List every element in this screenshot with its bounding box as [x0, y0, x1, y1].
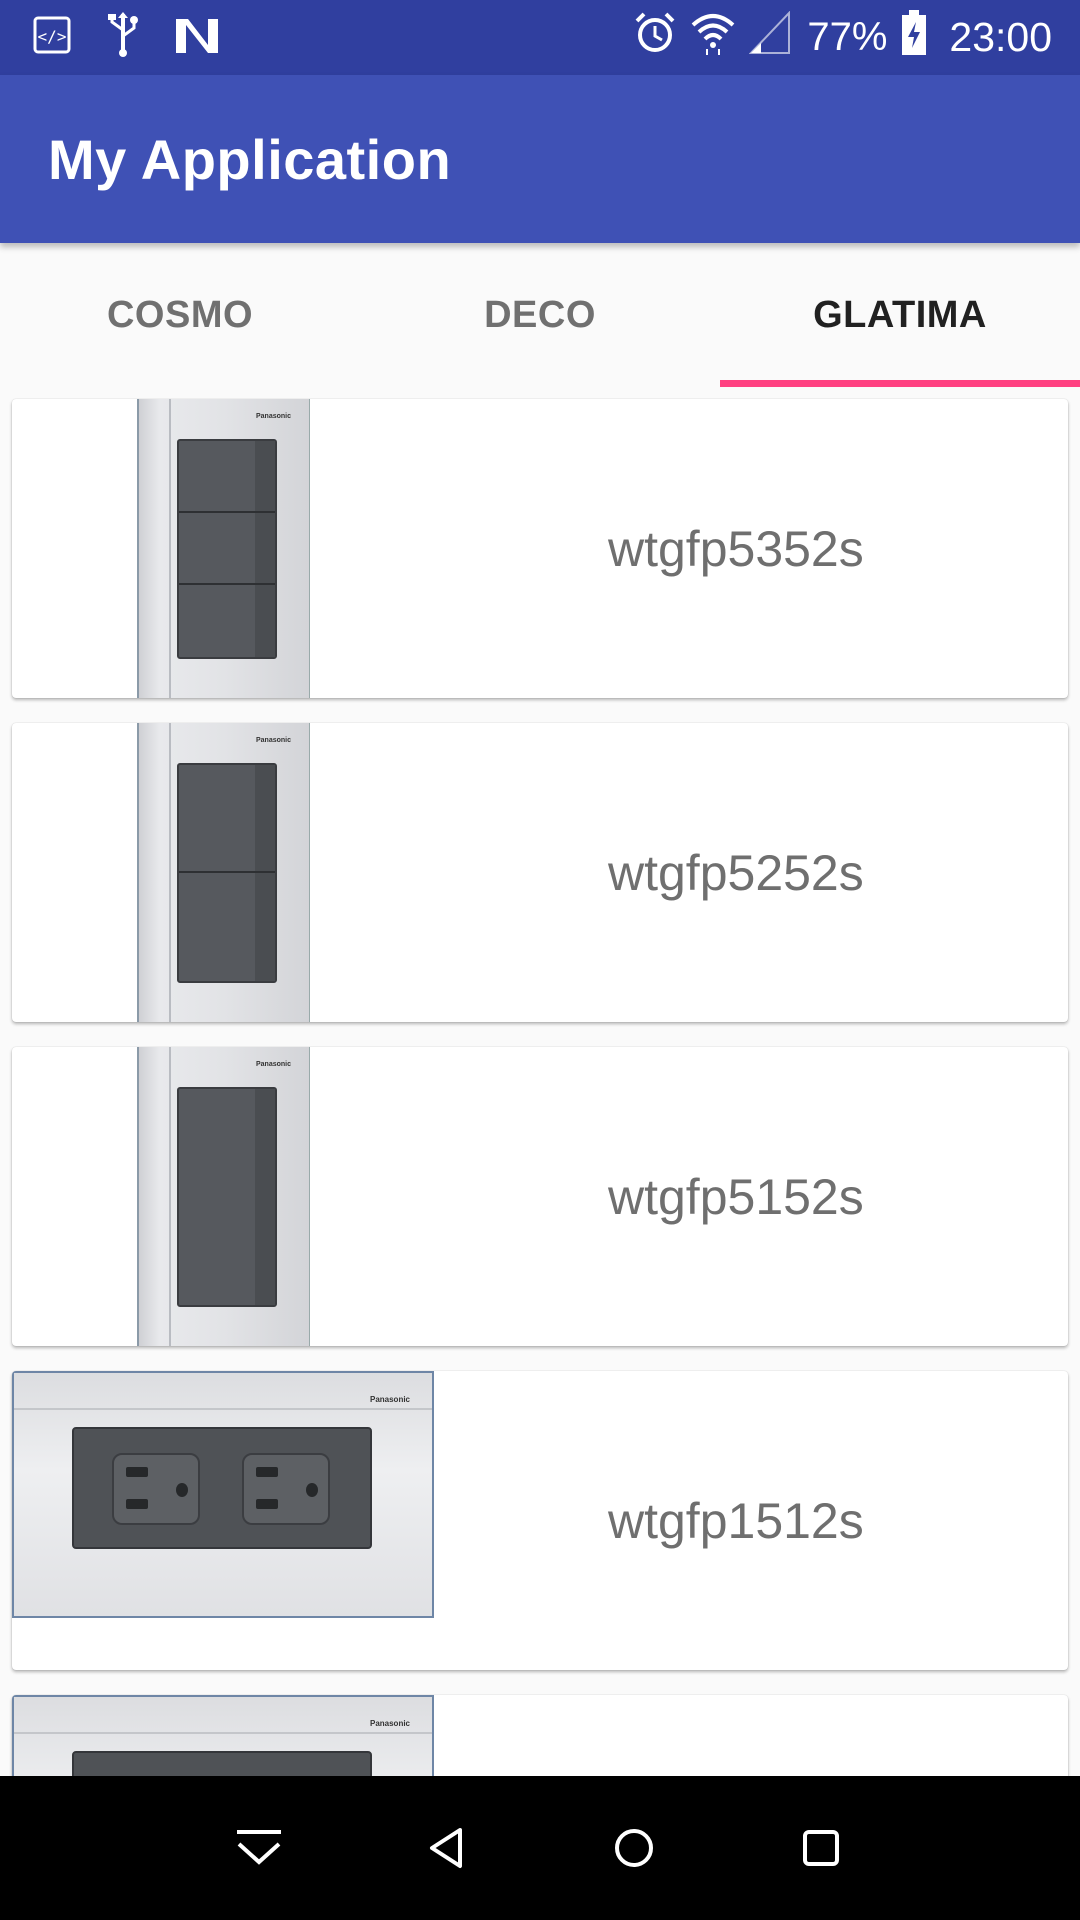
tab-label: DECO [484, 293, 596, 336]
product-list[interactable]: Panasonic wtgfp5352s Panasonic wtgfp5252… [0, 387, 1080, 1776]
product-image: Panasonic [137, 399, 310, 698]
tab-bar: COSMO DECO GLATIMA [0, 243, 1080, 387]
app-title: My Application [48, 128, 452, 191]
product-name: wtgfp1512s [608, 1492, 864, 1549]
list-item[interactable]: Panasonic wtgfp5152s [12, 1047, 1068, 1346]
collapse-icon[interactable] [229, 1818, 289, 1878]
list-item[interactable]: Panasonic wtgfp1512s [12, 1371, 1068, 1670]
battery-charging-icon [901, 9, 927, 66]
code-icon: </> [32, 15, 72, 60]
tab-label: GLATIMA [813, 293, 987, 336]
tab-deco[interactable]: DECO [360, 243, 720, 387]
app-bar: My Application [0, 75, 1080, 243]
clock: 23:00 [949, 14, 1052, 60]
svg-text:</>: </> [38, 27, 67, 46]
home-icon[interactable] [604, 1818, 664, 1878]
signal-icon [748, 9, 791, 65]
tab-cosmo[interactable]: COSMO [0, 243, 360, 387]
product-name: wtgfp5252s [608, 844, 864, 901]
tab-label: COSMO [106, 293, 254, 336]
back-icon[interactable] [416, 1818, 476, 1878]
product-name: wtgfp5352s [608, 520, 864, 577]
wifi-icon [691, 11, 735, 65]
list-item[interactable]: Panasonic wtgfp5352s [12, 399, 1068, 698]
product-image: Panasonic [137, 723, 310, 1022]
list-item[interactable]: Panasonic wtgfp5252s [12, 723, 1068, 1022]
product-image: Panasonic [12, 1695, 434, 1776]
notification-n-icon [174, 15, 220, 60]
usb-icon [106, 12, 140, 63]
navigation-bar [0, 1776, 1080, 1920]
battery-percent: 77% [807, 15, 888, 59]
recents-icon[interactable] [791, 1818, 851, 1878]
status-bar: </> 77% 23:00 [0, 0, 1080, 75]
tab-glatima[interactable]: GLATIMA [720, 243, 1080, 387]
alarm-icon [633, 11, 677, 65]
product-name: wtgfp5152s [608, 1168, 864, 1225]
list-item[interactable]: Panasonic [12, 1695, 1068, 1776]
product-image: Panasonic [137, 1047, 310, 1346]
product-image: Panasonic [12, 1371, 434, 1618]
tab-indicator [720, 380, 1080, 387]
